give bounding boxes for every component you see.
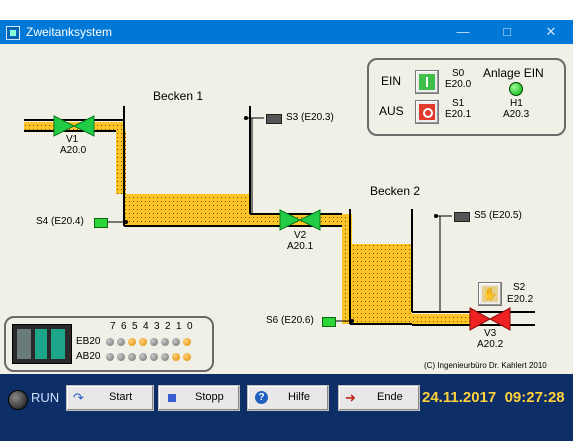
stop-icon — [165, 391, 181, 405]
date-display: 24.11.2017 — [422, 389, 497, 406]
sensor-s3-indicator — [266, 114, 282, 124]
ab20-label: AB20 — [76, 351, 101, 362]
ein-label: EIN — [381, 74, 402, 88]
power-off-icon — [419, 104, 435, 120]
ab20-led-bit-0 — [183, 353, 191, 361]
bit-label-0: 0 — [187, 321, 193, 332]
tank2-fluid — [350, 244, 412, 324]
s2-name: S2 — [513, 282, 526, 293]
close-icon[interactable]: ✕ — [529, 20, 573, 44]
h1-name: H1 — [510, 98, 523, 109]
valve-v3-addr: A20.2 — [477, 339, 504, 350]
h1-status-lamp — [509, 82, 523, 96]
s0-addr: E20.0 — [445, 79, 472, 90]
date-time-display: 24.11.2017 09:27:28 — [422, 389, 565, 406]
outlet-pipe-fluid — [412, 314, 472, 324]
tank1-fluid — [124, 194, 250, 226]
tank1-label: Becken 1 — [153, 89, 204, 103]
ab20-led-bit-3 — [150, 353, 158, 361]
ab20-led-row — [106, 353, 202, 363]
eb20-led-bit-5 — [128, 338, 136, 346]
start-button[interactable]: ↷ Start — [66, 385, 154, 411]
h1-addr: A20.3 — [503, 109, 530, 120]
s2-addr: E20.2 — [507, 294, 534, 305]
sensor-s5-indicator — [454, 212, 470, 222]
exit-icon: ➜ — [345, 390, 356, 405]
ab20-led-bit-6 — [117, 353, 125, 361]
valve-v1-name: V1 — [66, 134, 79, 145]
app-icon — [6, 26, 20, 40]
power-on-icon — [419, 74, 435, 90]
bit-label-4: 4 — [143, 321, 149, 332]
window-title: Zweitanksystem — [26, 25, 113, 39]
time-display: 09:27:28 — [504, 389, 565, 406]
anlage-ein-label: Anlage EIN — [483, 66, 544, 80]
tank2-label: Becken 2 — [370, 184, 421, 198]
valve-v3-name: V3 — [484, 328, 497, 339]
end-button[interactable]: ➜ Ende — [338, 385, 420, 411]
help-icon: ? — [254, 391, 270, 405]
ab20-led-bit-2 — [161, 353, 169, 361]
control-panel: EIN S0 E20.0 Anlage EIN H1 A20.3 AUS S1 … — [367, 58, 566, 136]
sensor-s4-label: S4 (E20.4) — [36, 216, 84, 227]
valve-v1-addr: A20.0 — [60, 145, 87, 156]
sensor-s6-label: S6 (E20.6) — [266, 315, 314, 326]
start-icon: ↷ — [73, 390, 84, 405]
help-button[interactable]: ? Hilfe — [247, 385, 329, 411]
plc-hardware-icon — [12, 324, 72, 364]
eb20-led-bit-2 — [161, 338, 169, 346]
eb20-led-bit-4 — [139, 338, 147, 346]
sensor-s4-indicator — [94, 218, 108, 228]
bit-label-2: 2 — [165, 321, 171, 332]
bit-label-5: 5 — [132, 321, 138, 332]
bit-label-3: 3 — [154, 321, 160, 332]
sensor-s6-indicator — [322, 317, 336, 327]
aus-label: AUS — [379, 104, 404, 118]
plc-io-panel: 7 6 5 4 3 2 1 0 EB20 AB20 — [4, 316, 214, 372]
eb20-led-bit-7 — [106, 338, 114, 346]
eb20-led-bit-6 — [117, 338, 125, 346]
bit-label-6: 6 — [121, 321, 127, 332]
eb20-led-bit-0 — [183, 338, 191, 346]
maximize-icon[interactable]: □ — [485, 20, 529, 44]
ab20-led-bit-5 — [128, 353, 136, 361]
s0-name: S0 — [452, 68, 465, 79]
ab20-led-bit-4 — [139, 353, 147, 361]
eb20-led-bit-3 — [150, 338, 158, 346]
hand-icon: ✋ — [482, 286, 498, 302]
title-bar: Zweitanksystem — □ ✕ — [0, 20, 573, 44]
valve-v2-name: V2 — [294, 230, 307, 241]
eb20-led-row — [106, 338, 202, 348]
ab20-led-bit-1 — [172, 353, 180, 361]
minimize-icon[interactable]: — — [441, 20, 485, 44]
bit-label-7: 7 — [110, 321, 116, 332]
valve-v2-addr: A20.1 — [287, 241, 314, 252]
run-lamp-icon — [8, 390, 28, 410]
s1-name: S1 — [452, 98, 465, 109]
bit-label-1: 1 — [176, 321, 182, 332]
ab20-led-bit-7 — [106, 353, 114, 361]
sensor-s5-label: S5 (E20.5) — [474, 210, 522, 221]
eb20-led-bit-1 — [172, 338, 180, 346]
eb20-label: EB20 — [76, 336, 101, 347]
aus-button[interactable] — [415, 100, 439, 124]
sensor-s3-label: S3 (E20.3) — [286, 112, 334, 123]
ein-button[interactable] — [415, 70, 439, 94]
bottom-toolbar: RUN ↷ Start Stopp ? Hilfe ➜ Ende 24.11.2… — [0, 374, 573, 441]
process-diagram: Becken 1 Becken 2 V1 A20.0 V2 A20.1 V3 A… — [0, 44, 573, 374]
stop-button[interactable]: Stopp — [158, 385, 240, 411]
run-label: RUN — [31, 390, 60, 405]
s1-addr: E20.1 — [445, 109, 472, 120]
s2-button[interactable]: ✋ — [478, 282, 502, 306]
copyright-text: (C) Ingenieurbüro Dr. Kahlert 2010 — [424, 361, 547, 370]
